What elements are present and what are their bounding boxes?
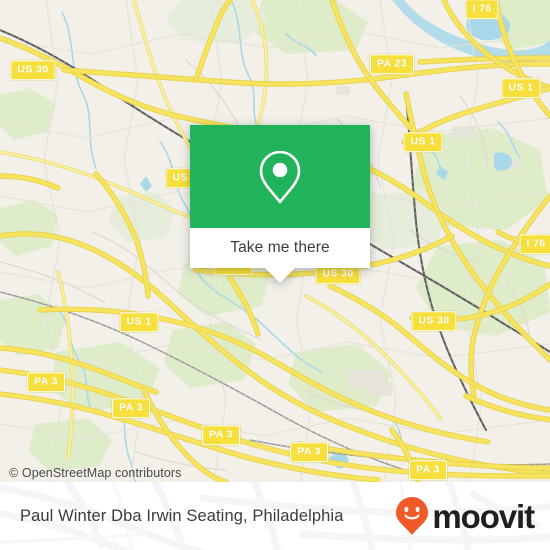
footer-bar: Paul Winter Dba Irwin Seating, Philadelp… <box>0 482 550 550</box>
road-shield: PA 3 <box>112 398 150 418</box>
map-canvas[interactable]: .park { fill: #dfecca; } .park2 { fill: … <box>0 0 550 482</box>
moovit-wordmark: moovit <box>432 498 535 535</box>
moovit-brand-logo[interactable]: moovit <box>395 496 535 536</box>
popup-tail <box>265 268 295 283</box>
road-shield: I 76 <box>465 0 499 19</box>
road-shield: I 76 <box>519 234 550 254</box>
place-title: Paul Winter Dba Irwin Seating, Philadelp… <box>20 506 344 525</box>
road-shield: US 30 <box>10 60 56 80</box>
popup-image-header <box>190 125 370 228</box>
road-shield: PA 3 <box>27 372 65 392</box>
road-shield: US 1 <box>119 312 159 332</box>
map-place-card-screen: .park { fill: #dfecca; } .park2 { fill: … <box>0 0 550 550</box>
road-shield: PA 3 <box>202 425 240 445</box>
place-popup-card[interactable]: Take me there <box>190 125 370 283</box>
footer-content: Paul Winter Dba Irwin Seating, Philadelp… <box>0 482 550 550</box>
road-shield: US 30 <box>411 311 457 331</box>
road-shield: US 1 <box>403 132 443 152</box>
road-shield: US 1 <box>501 78 541 98</box>
map-pin-icon <box>259 150 301 203</box>
take-me-there-button[interactable]: Take me there <box>190 228 370 268</box>
road-shield: PA 3 <box>290 442 328 462</box>
osm-attribution[interactable]: © OpenStreetMap contributors <box>9 466 182 480</box>
moovit-smiley-pin-icon <box>396 497 429 535</box>
road-shield: PA 23 <box>369 54 415 74</box>
road-shield: PA 3 <box>409 460 447 480</box>
take-me-there-label: Take me there <box>230 239 330 256</box>
